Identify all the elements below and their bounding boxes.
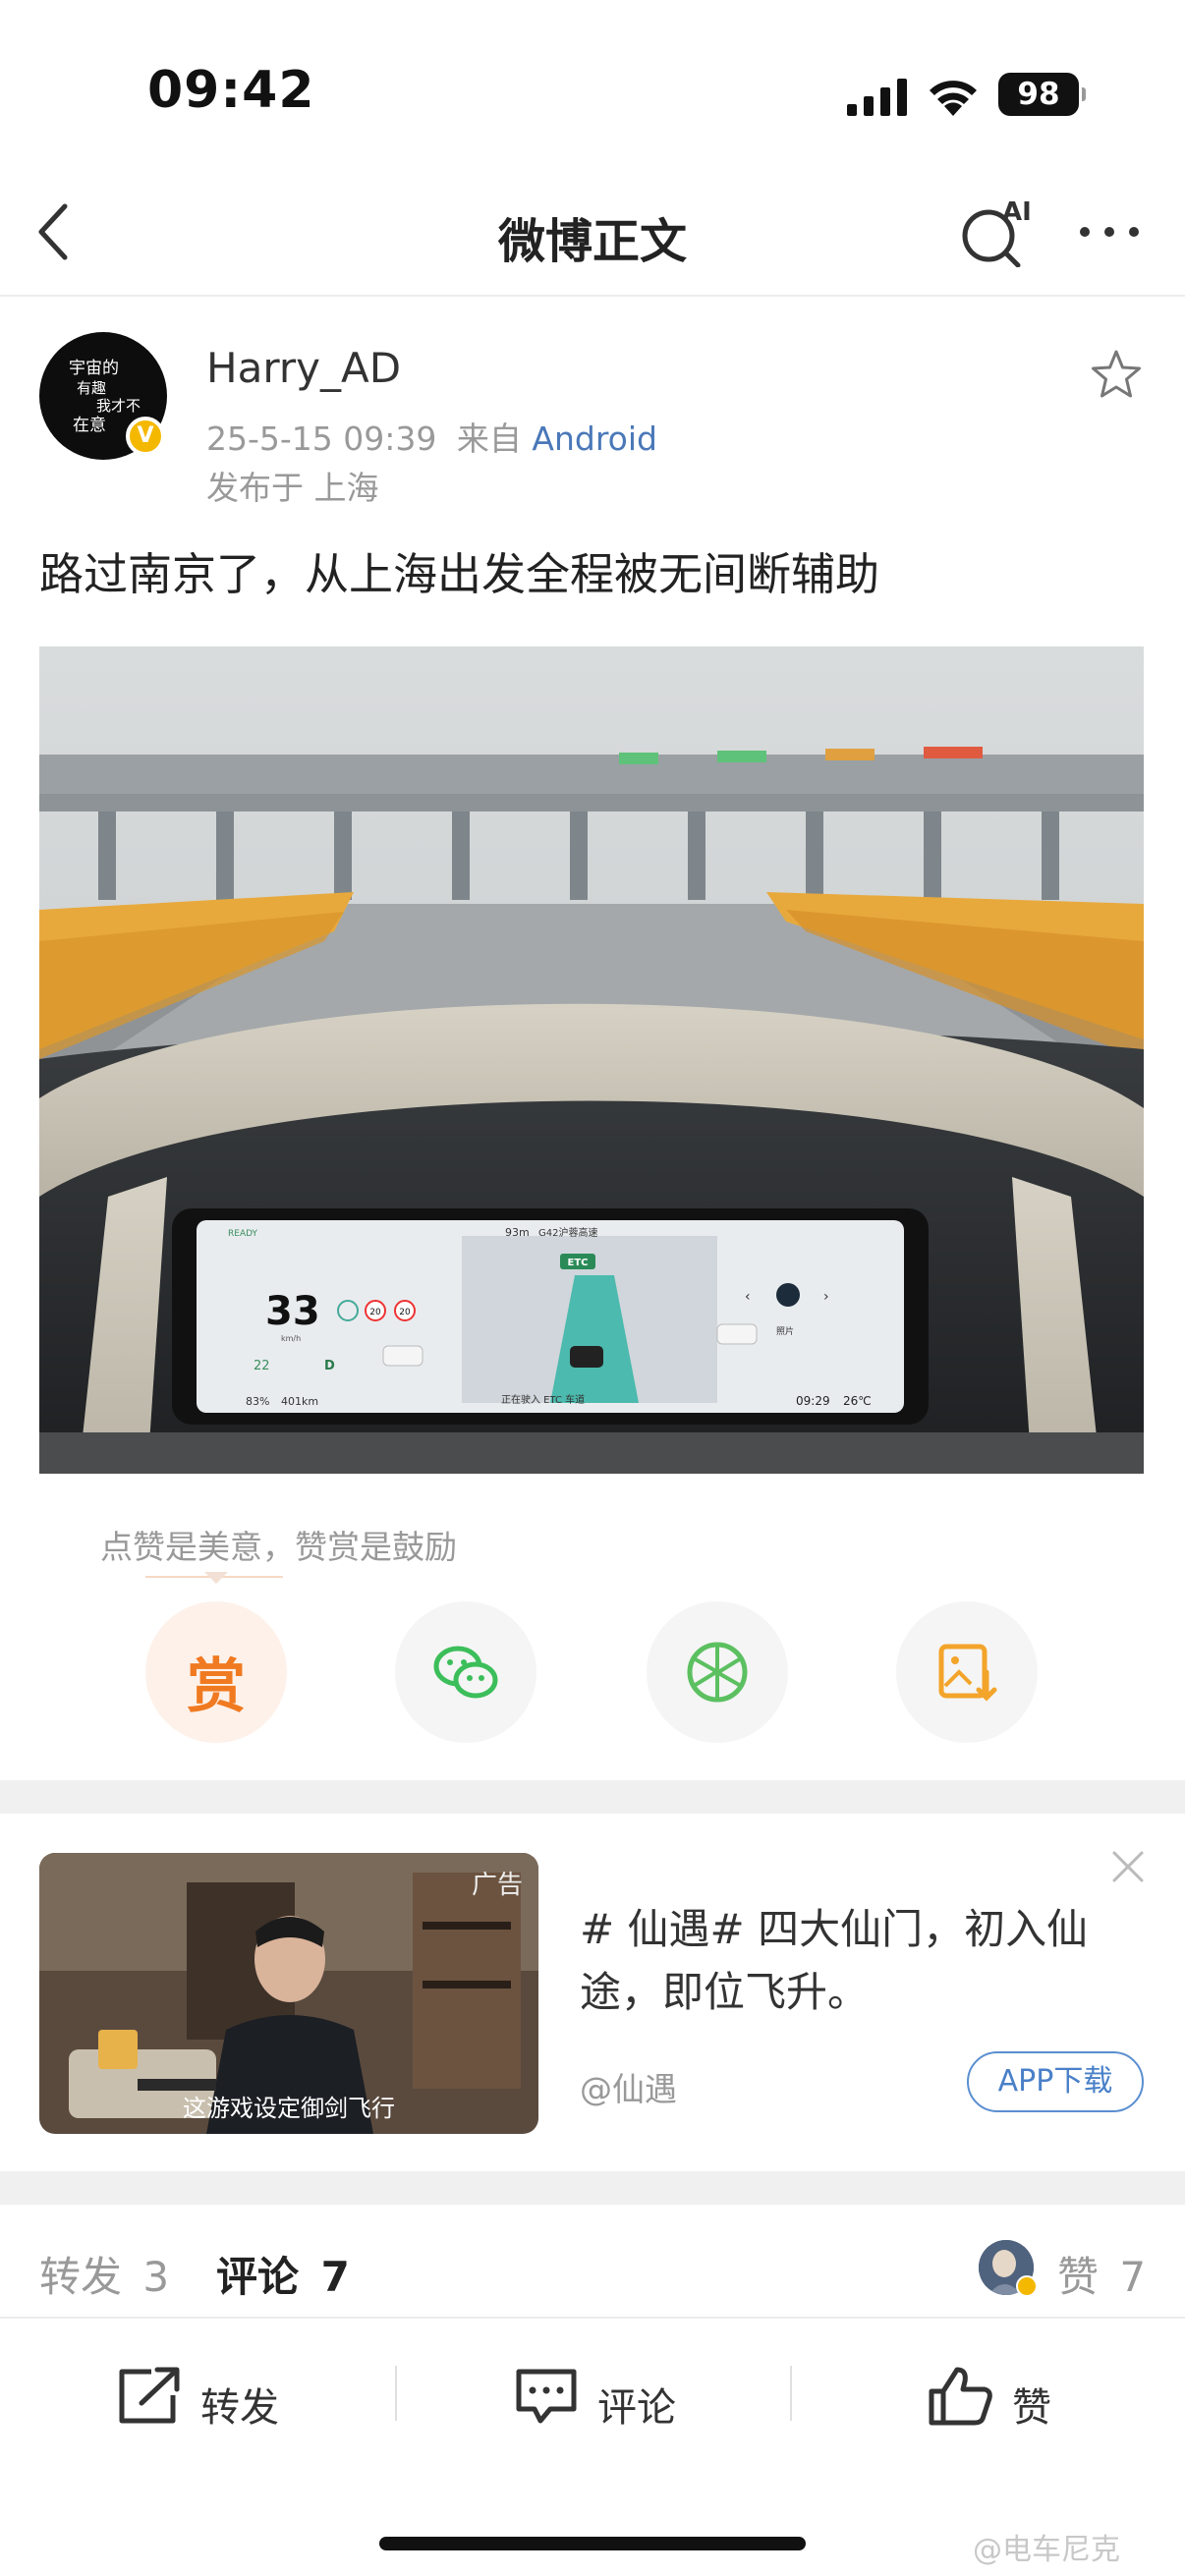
tab-comments[interactable]: 评论 7 <box>216 2244 350 2304</box>
status-bar: 09:42 98 <box>0 0 1185 167</box>
svg-text:照片: 照片 <box>776 1325 794 1337</box>
save-picture-icon <box>938 1644 997 1702</box>
svg-text:93m: 93m <box>505 1226 530 1239</box>
close-icon[interactable] <box>1110 1849 1146 1884</box>
svg-text:20: 20 <box>369 1308 381 1317</box>
comment-tab-label: 评论 <box>216 2253 300 2301</box>
cellular-signal-icon <box>847 79 907 116</box>
repost-count: 3 <box>142 2253 170 2301</box>
svg-text:22: 22 <box>254 1359 270 1373</box>
comment-icon <box>516 2369 577 2424</box>
svg-text:D: D <box>324 1359 335 1373</box>
svg-text:26℃: 26℃ <box>843 1394 872 1408</box>
thumbs-up-icon <box>929 2367 992 2426</box>
svg-text:ETC: ETC <box>568 1258 589 1268</box>
wifi-icon <box>930 81 977 116</box>
repost-button-label: 转发 <box>200 2385 279 2431</box>
status-time: 09:42 <box>147 61 315 120</box>
svg-text:宇宙的: 宇宙的 <box>69 359 119 378</box>
share-wechat-button[interactable] <box>395 1601 536 1743</box>
ad-text[interactable]: # 仙遇# 四大仙门，初入仙途，即位飞升。 <box>580 1898 1130 2024</box>
post-time: 25-5-15 09:39 <box>206 420 437 458</box>
post-photo[interactable]: ETC READY 33 km/h 20 20 22 D 83% 401km 9… <box>39 646 1144 1474</box>
save-image-button[interactable] <box>896 1601 1038 1743</box>
svg-text:401km: 401km <box>281 1395 318 1408</box>
post-text: 路过南京了，从上海出发全程被无间断辅助 <box>39 548 880 600</box>
toolbar-divider <box>790 2366 792 2421</box>
svg-text:正在驶入 ETC 车道: 正在驶入 ETC 车道 <box>501 1393 585 1406</box>
repost-tab-label: 转发 <box>39 2253 123 2301</box>
ad-image[interactable]: 广告 这游戏设定御剑飞行 <box>39 1853 538 2134</box>
like-tab-label: 赞 <box>1057 2253 1100 2301</box>
like-button-label: 赞 <box>1012 2385 1051 2431</box>
share-moments-button[interactable] <box>647 1601 788 1743</box>
author-name[interactable]: Harry_AD <box>206 344 401 392</box>
ad-label: 广告 <box>471 1871 523 1900</box>
favorite-star-icon[interactable] <box>1087 346 1146 405</box>
svg-text:83%: 83% <box>246 1395 269 1408</box>
svg-text:我才不: 我才不 <box>96 397 141 415</box>
ai-label: AI <box>1002 197 1032 227</box>
ad-account[interactable]: @仙遇 <box>580 2063 677 2110</box>
battery-indicator: 98 <box>998 73 1086 116</box>
svg-text:READY: READY <box>228 1229 258 1239</box>
reward-tip: 点赞是美意，赞赏是鼓励 <box>100 1528 457 1566</box>
car-dashboard-photo: ETC READY 33 km/h 20 20 22 D 83% 401km 9… <box>39 646 1144 1474</box>
verified-badge-icon: V <box>126 417 165 456</box>
watermark: @电车尼克 <box>973 2533 1120 2567</box>
post-meta: 25-5-15 09:39 来自 Android <box>206 413 657 460</box>
more-options-icon[interactable] <box>1075 212 1144 252</box>
comment-button-label: 评论 <box>597 2385 676 2431</box>
share-icon <box>119 2367 180 2424</box>
nav-bar: 微博正文 AI <box>0 167 1185 297</box>
reward-button[interactable]: 赏 <box>145 1601 287 1743</box>
svg-text:有趣: 有趣 <box>77 379 106 397</box>
wechat-icon <box>433 1646 498 1699</box>
post-from-prefix: 来自 <box>456 420 522 458</box>
tab-likes[interactable]: 赞 7 <box>1057 2244 1146 2304</box>
svg-text:km/h: km/h <box>281 1334 301 1343</box>
reward-label: 赏 <box>187 1652 246 1721</box>
interaction-tabs: 转发 3 评论 7 赞 7 <box>0 2205 1185 2319</box>
section-separator <box>0 1780 1185 1814</box>
svg-text:‹: ‹ <box>745 1289 751 1305</box>
post-location: 发布于 上海 <box>206 469 379 507</box>
bottom-toolbar: 转发 评论 赞 <box>0 2321 1185 2478</box>
liker-verified-icon <box>1016 2275 1038 2297</box>
ai-search-icon[interactable]: AI <box>959 196 1038 267</box>
svg-text:20: 20 <box>399 1308 411 1317</box>
comment-count: 7 <box>320 2253 350 2301</box>
home-indicator[interactable] <box>379 2537 806 2550</box>
svg-text:09:29: 09:29 <box>796 1394 830 1408</box>
post-source[interactable]: Android <box>532 420 657 458</box>
reward-tip-pointer <box>204 1572 228 1584</box>
toolbar-divider <box>395 2366 397 2421</box>
like-count: 7 <box>1119 2253 1147 2301</box>
ad-video-subtitle: 这游戏设定御剑飞行 <box>183 2095 395 2122</box>
svg-text:›: › <box>823 1289 829 1305</box>
app-download-button[interactable]: APP下载 <box>967 2051 1144 2112</box>
tab-reposts[interactable]: 转发 3 <box>39 2244 169 2304</box>
section-separator <box>0 2171 1185 2205</box>
svg-text:G42沪蓉高速: G42沪蓉高速 <box>538 1226 597 1239</box>
svg-text:33: 33 <box>265 1289 320 1334</box>
moments-aperture-icon <box>687 1642 748 1703</box>
svg-text:在意: 在意 <box>73 416 106 435</box>
